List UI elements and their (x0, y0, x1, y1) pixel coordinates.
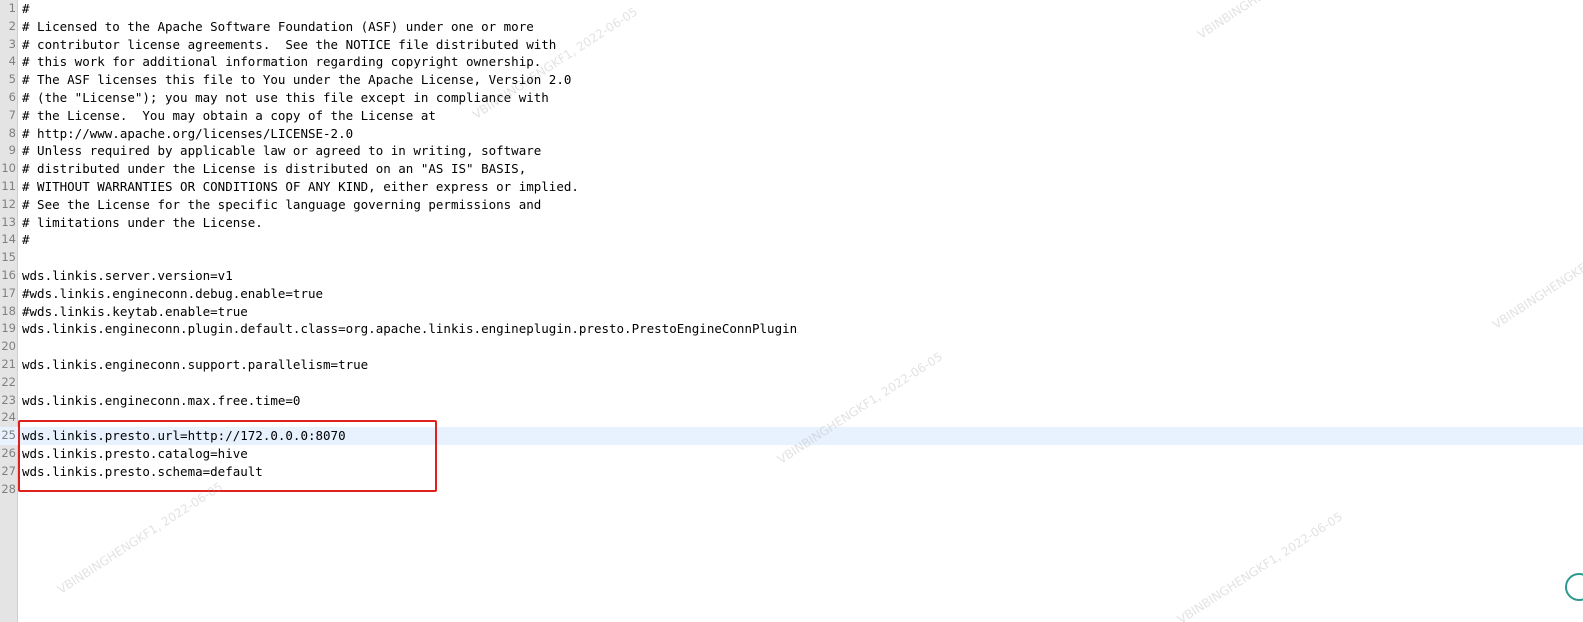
line-text: # limitations under the License. (22, 214, 263, 230)
watermark-text: VBINBINGHENGKF1, 2022-06-05 (1175, 509, 1346, 622)
line-number: 3 (8, 36, 16, 51)
line-text: #wds.linkis.engineconn.debug.enable=true (22, 285, 324, 301)
code-line[interactable]: 17 #wds.linkis.engineconn.debug.enable=tr… (0, 285, 1583, 303)
line-number: 23 (1, 392, 16, 407)
line-text: # Unless required by applicable law or a… (22, 143, 542, 159)
line-number: 25 (1, 428, 16, 443)
code-line[interactable]: 15 (0, 249, 1583, 267)
line-number: 13 (1, 214, 16, 229)
line-text: # (the "License"); you may not use this … (22, 90, 549, 105)
code-line[interactable]: 9 # Unless required by applicable law or … (0, 142, 1583, 160)
line-number: 11 (1, 179, 16, 193)
code-line[interactable]: 2 # Licensed to the Apache Software Found… (0, 18, 1583, 36)
line-number: 7 (8, 107, 16, 122)
code-line[interactable]: 6 # (the "License"); you may not use this… (0, 89, 1583, 107)
line-number: 6 (8, 90, 16, 104)
line-number: 4 (8, 54, 16, 69)
corner-circle-icon (1565, 573, 1583, 601)
line-number: 17 (1, 285, 16, 300)
line-text: wds.linkis.presto.catalog=hive (22, 446, 248, 461)
code-line[interactable]: 22 (0, 374, 1583, 392)
code-line[interactable]: 14 # (0, 231, 1583, 249)
line-number: 27 (1, 463, 16, 478)
code-line[interactable]: 24 (0, 409, 1583, 427)
code-line[interactable]: 18 #wds.linkis.keytab.enable=true (0, 303, 1583, 321)
code-line[interactable]: 5 # The ASF licenses this file to You und… (0, 71, 1583, 89)
line-text: # (22, 1, 30, 16)
code-line[interactable]: 1 # (0, 0, 1583, 18)
line-number: 18 (1, 303, 16, 318)
line-text: # WITHOUT WARRANTIES OR CONDITIONS OF AN… (22, 179, 579, 194)
text-editor[interactable]: 1 #2 # Licensed to the Apache Software Fou… (0, 0, 1583, 622)
code-line[interactable]: 16 wds.linkis.server.version=v1 (0, 267, 1583, 285)
line-number: 14 (1, 232, 16, 247)
line-text: wds.linkis.engineconn.support.parallelis… (22, 357, 369, 372)
line-number: 19 (1, 321, 16, 336)
code-line[interactable]: 12 # See the License for the specific lan… (0, 196, 1583, 214)
line-text: # (22, 232, 30, 248)
line-text: wds.linkis.presto.schema=default (22, 463, 263, 479)
line-text: #wds.linkis.keytab.enable=true (22, 303, 248, 319)
line-text: # distributed under the License is distr… (22, 161, 527, 177)
line-number: 28 (1, 481, 16, 496)
line-number: 10 (1, 161, 16, 176)
line-text: wds.linkis.engineconn.plugin.default.cla… (22, 321, 798, 337)
line-text: # the License. You may obtain a copy of … (22, 107, 436, 123)
code-line[interactable]: 23 wds.linkis.engineconn.max.free.time=0 (0, 392, 1583, 410)
line-text: # contributor license agreements. See th… (22, 36, 557, 52)
code-line[interactable]: 7 # the License. You may obtain a copy of… (0, 107, 1583, 125)
code-line[interactable]: 26 wds.linkis.presto.catalog=hive (0, 445, 1583, 463)
line-number: 8 (8, 125, 16, 140)
line-number: 2 (8, 18, 16, 33)
code-line[interactable]: 10 # distributed under the License is dis… (0, 160, 1583, 178)
line-number: 26 (1, 446, 16, 460)
line-number: 9 (8, 143, 16, 158)
line-number: 20 (1, 339, 16, 354)
line-number: 16 (1, 268, 16, 282)
line-text: # The ASF licenses this file to You unde… (22, 72, 572, 88)
code-line[interactable]: 25 wds.linkis.presto.url=http://172.0.0.0… (0, 427, 1583, 445)
code-line[interactable]: 19 wds.linkis.engineconn.plugin.default.c… (0, 320, 1583, 338)
code-line[interactable]: 11 # WITHOUT WARRANTIES OR CONDITIONS OF … (0, 178, 1583, 196)
line-number: 21 (1, 357, 16, 371)
code-line[interactable]: 4 # this work for additional information … (0, 53, 1583, 71)
code-line[interactable]: 8 # http://www.apache.org/licenses/LICENS… (0, 125, 1583, 143)
code-line[interactable]: 20 (0, 338, 1583, 356)
code-line[interactable]: 21 wds.linkis.engineconn.support.parallel… (0, 356, 1583, 374)
code-line[interactable]: 27 wds.linkis.presto.schema=default (0, 463, 1583, 481)
line-text: # Licensed to the Apache Software Founda… (22, 18, 534, 34)
line-number: 24 (1, 410, 16, 425)
line-number: 22 (1, 374, 16, 389)
line-number: 15 (1, 250, 16, 265)
line-text: wds.linkis.engineconn.max.free.time=0 (22, 392, 301, 408)
line-number: 5 (8, 72, 16, 87)
line-number: 12 (1, 196, 16, 211)
code-line[interactable]: 3 # contributor license agreements. See t… (0, 36, 1583, 54)
code-line[interactable]: 28 (0, 481, 1583, 499)
line-text: # http://www.apache.org/licenses/LICENSE… (22, 125, 354, 141)
line-text: # this work for additional information r… (22, 54, 542, 70)
line-number: 1 (8, 1, 16, 15)
code-line[interactable]: 13 # limitations under the License. (0, 214, 1583, 232)
line-text: wds.linkis.server.version=v1 (22, 268, 233, 283)
line-text: wds.linkis.presto.url=http://172.0.0.0:8… (22, 428, 346, 444)
line-text: # See the License for the specific langu… (22, 196, 542, 212)
